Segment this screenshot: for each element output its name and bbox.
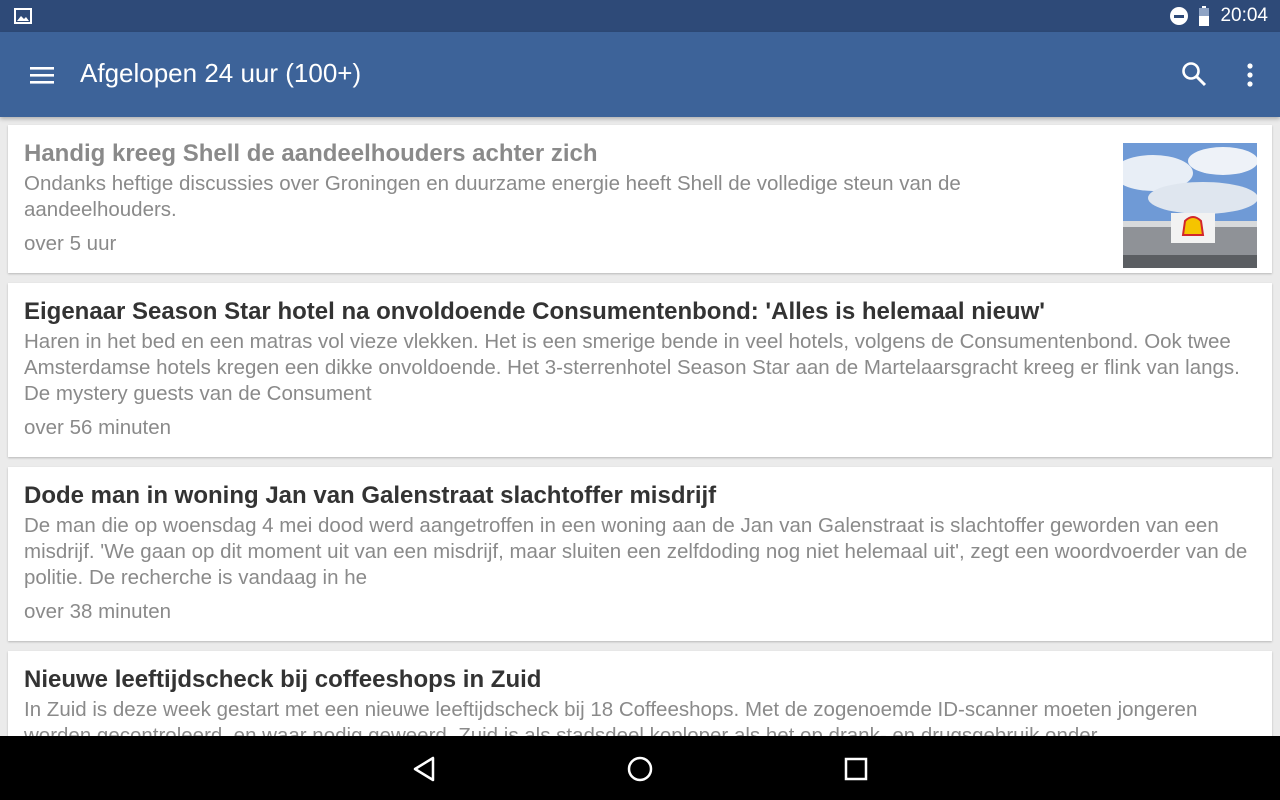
more-options-icon[interactable]: [1236, 60, 1266, 90]
home-icon[interactable]: [625, 754, 655, 784]
article-list: Handig kreeg Shell de aandeelhouders ach…: [8, 125, 1272, 775]
menu-icon[interactable]: [28, 60, 58, 90]
recent-apps-icon[interactable]: [841, 754, 871, 784]
article-headline: Eigenaar Season Star hotel na onvoldoend…: [24, 298, 1045, 325]
article-headline: Dode man in woning Jan van Galenstraat s…: [24, 482, 717, 509]
back-icon[interactable]: [410, 754, 440, 784]
search-icon[interactable]: [1180, 60, 1210, 90]
system-navigation-bar: [0, 736, 1280, 800]
article-time: over 38 minuten: [24, 600, 172, 623]
article-summary: De man die op woensdag 4 mei dood werd a…: [24, 514, 1248, 589]
do-not-disturb-icon: [1170, 7, 1189, 25]
article-headline: Handig kreeg Shell de aandeelhouders ach…: [24, 140, 598, 167]
article-time: over 56 minuten: [24, 416, 172, 439]
shell-logo-icon: [1181, 216, 1205, 236]
article-headline: Nieuwe leeftijdscheck bij coffeeshops in…: [24, 666, 542, 693]
clock: 20:04: [1220, 5, 1268, 26]
article-summary: Haren in het bed en een matras vol vieze…: [24, 330, 1240, 405]
app-bar: Afgelopen 24 uur (100+): [0, 32, 1280, 117]
page-title: Afgelopen 24 uur (100+): [80, 58, 362, 88]
article-summary: Ondanks heftige discussies over Groninge…: [24, 172, 961, 221]
image-notification-icon: [14, 8, 32, 24]
article-card[interactable]: Eigenaar Season Star hotel na onvoldoend…: [8, 283, 1272, 457]
battery-icon: [1199, 6, 1210, 26]
status-bar: 20:04: [0, 0, 1280, 32]
article-card[interactable]: Dode man in woning Jan van Galenstraat s…: [8, 467, 1272, 641]
article-card[interactable]: Handig kreeg Shell de aandeelhouders ach…: [8, 125, 1272, 273]
article-time: over 5 uur: [24, 232, 117, 255]
article-thumbnail: [1123, 143, 1257, 268]
